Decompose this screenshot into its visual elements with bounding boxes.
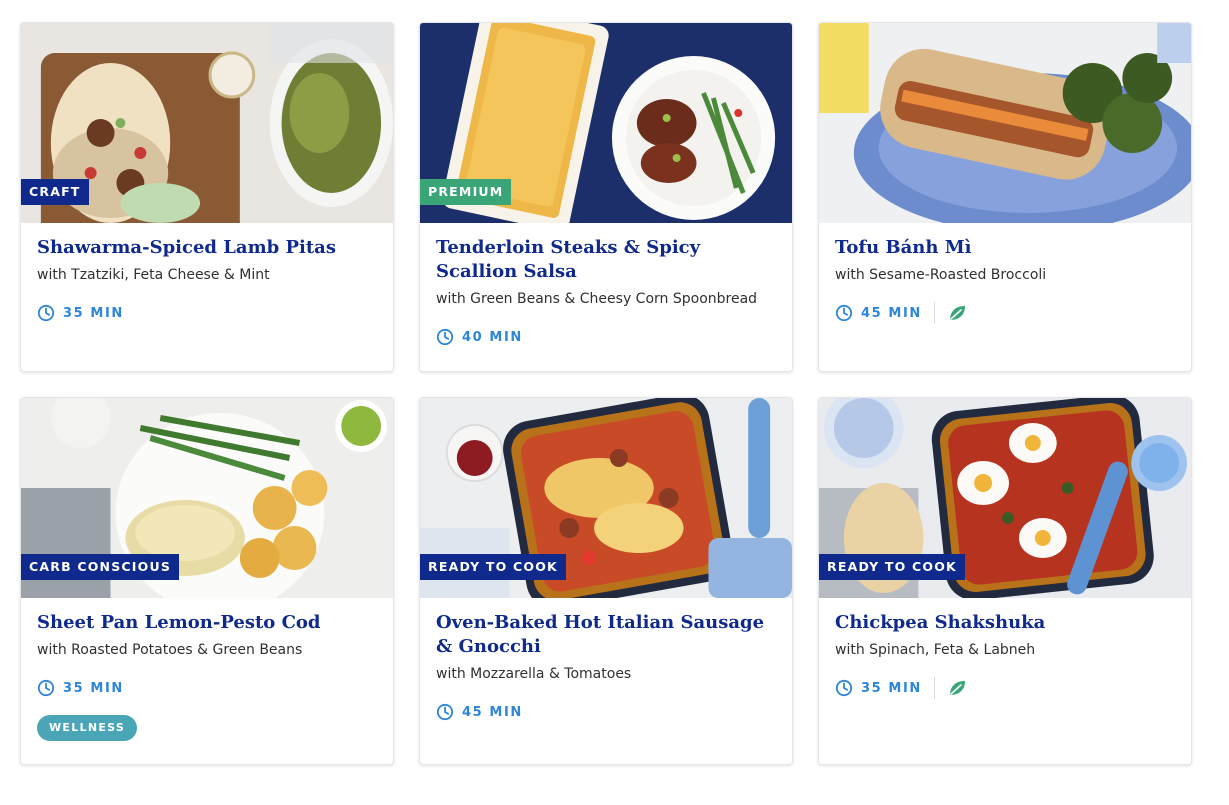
recipe-subtitle: with Tzatziki, Feta Cheese & Mint xyxy=(37,267,270,283)
cook-time-label: 35 MIN xyxy=(63,305,124,321)
recipe-title[interactable]: Chickpea Shakshuka xyxy=(835,611,1175,635)
recipe-meta: 45 MIN xyxy=(436,701,776,723)
cook-time: 35 MIN xyxy=(37,304,124,322)
recipe-subtitle: with Sesame-Roasted Broccoli xyxy=(835,267,1047,283)
wellness-badge: WELLNESS xyxy=(37,715,138,741)
recipe-card[interactable]: READY TO COOK Chickpea Shakshuka with Sp… xyxy=(818,397,1192,765)
lamb-pitas-photo[interactable]: CRAFT xyxy=(21,23,393,223)
recipe-meta: 35 MIN xyxy=(37,302,377,324)
cook-time-label: 45 MIN xyxy=(462,704,523,720)
recipe-tag: CARB CONSCIOUS xyxy=(21,554,180,580)
recipe-title[interactable]: Tofu Bánh Mì xyxy=(835,236,1175,260)
recipe-tag: READY TO COOK xyxy=(819,554,965,580)
recipe-tag: READY TO COOK xyxy=(420,554,566,580)
recipe-subtitle: with Spinach, Feta & Labneh xyxy=(835,642,1036,658)
clock-icon xyxy=(436,703,454,721)
recipe-card[interactable]: CRAFT Shawarma-Spiced Lamb Pitas with Tz… xyxy=(20,22,394,372)
steak-photo[interactable]: PREMIUM xyxy=(420,23,792,223)
cook-time-label: 35 MIN xyxy=(63,680,124,696)
cook-time-label: 40 MIN xyxy=(462,329,523,345)
recipe-meta: 40 MIN xyxy=(436,326,776,348)
leaf-icon xyxy=(949,681,965,695)
recipe-subtitle: with Mozzarella & Tomatoes xyxy=(436,666,632,682)
cook-time: 40 MIN xyxy=(436,328,523,346)
cook-time: 45 MIN xyxy=(436,703,523,721)
recipe-meta: 35 MIN xyxy=(37,677,377,699)
clock-icon xyxy=(835,304,853,322)
recipe-tag: PREMIUM xyxy=(420,179,512,205)
cook-time-label: 45 MIN xyxy=(861,305,922,321)
recipe-card[interactable]: READY TO COOK Oven-Baked Hot Italian Sau… xyxy=(419,397,793,765)
cook-time: 35 MIN xyxy=(37,679,124,697)
recipe-grid: CRAFT Shawarma-Spiced Lamb Pitas with Tz… xyxy=(20,22,1192,765)
clock-icon xyxy=(37,304,55,322)
cook-time: 45 MIN xyxy=(835,304,922,322)
recipe-tag: CRAFT xyxy=(21,179,89,205)
recipe-title[interactable]: Tenderloin Steaks & Spicy Scallion Salsa xyxy=(436,236,776,284)
meta-divider xyxy=(933,302,935,324)
recipe-card[interactable]: Tofu Bánh Mì with Sesame-Roasted Broccol… xyxy=(818,22,1192,372)
recipe-title[interactable]: Oven-Baked Hot Italian Sausage & Gnocchi xyxy=(436,611,776,659)
recipe-subtitle: with Green Beans & Cheesy Corn Spoonbrea… xyxy=(436,291,758,307)
recipe-subtitle: with Roasted Potatoes & Green Beans xyxy=(37,642,303,658)
recipe-card[interactable]: PREMIUM Tenderloin Steaks & Spicy Scalli… xyxy=(419,22,793,372)
leaf-icon xyxy=(949,306,965,320)
recipe-title[interactable]: Shawarma-Spiced Lamb Pitas xyxy=(37,236,377,260)
cook-time-label: 35 MIN xyxy=(861,680,922,696)
clock-icon xyxy=(835,679,853,697)
banh-mi-photo[interactable] xyxy=(819,23,1191,223)
clock-icon xyxy=(37,679,55,697)
cod-photo[interactable]: CARB CONSCIOUS xyxy=(21,398,393,598)
shakshuka-photo[interactable]: READY TO COOK xyxy=(819,398,1191,598)
recipe-title[interactable]: Sheet Pan Lemon-Pesto Cod xyxy=(37,611,377,635)
recipe-card[interactable]: CARB CONSCIOUS Sheet Pan Lemon-Pesto Cod… xyxy=(20,397,394,765)
recipe-meta: 45 MIN xyxy=(835,302,1175,324)
recipe-meta: 35 MIN xyxy=(835,677,1175,699)
gnocchi-photo[interactable]: READY TO COOK xyxy=(420,398,792,598)
cook-time: 35 MIN xyxy=(835,679,922,697)
meta-divider xyxy=(933,677,935,699)
clock-icon xyxy=(436,328,454,346)
